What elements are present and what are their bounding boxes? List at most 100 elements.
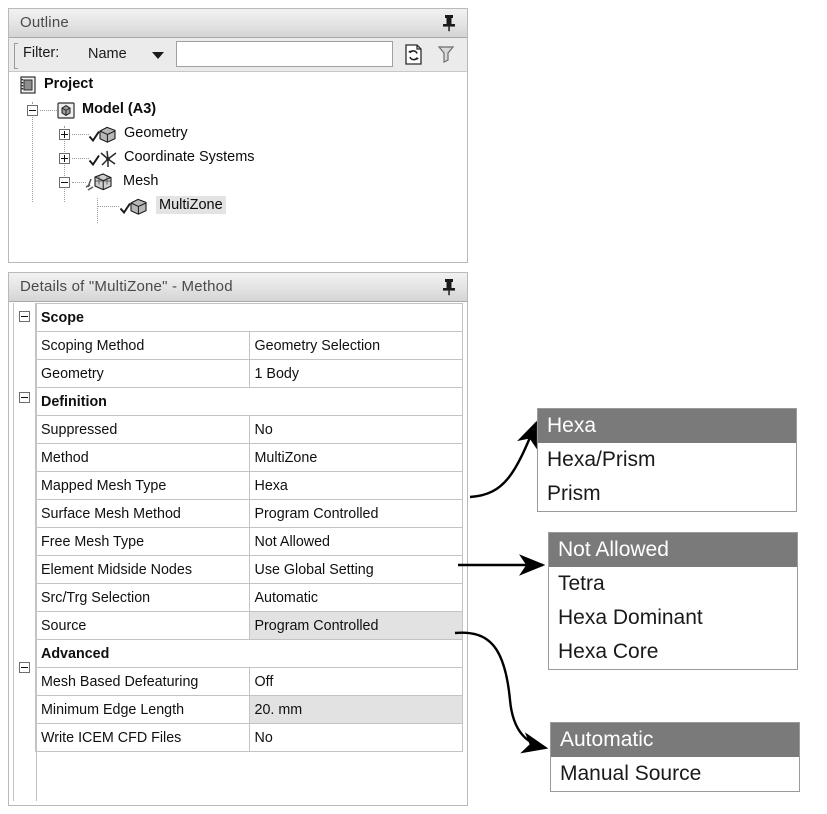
dropdown-option[interactable]: Hexa/Prism — [538, 443, 796, 477]
table-row[interactable]: Suppressed No — [35, 415, 463, 444]
details-prop-value[interactable]: Program Controlled — [248, 499, 463, 528]
details-group-label: Definition — [35, 387, 463, 416]
tree-connector-line — [72, 134, 89, 136]
table-row[interactable]: Minimum Edge Length 20. mm — [35, 695, 463, 724]
outline-filter-bar: Filter: Name — [9, 38, 467, 72]
details-prop-name: Write ICEM CFD Files — [35, 723, 250, 752]
collapse-minus-icon[interactable] — [19, 311, 30, 322]
dropdown-option[interactable]: Tetra — [549, 567, 797, 601]
table-row[interactable]: Method MultiZone — [35, 443, 463, 472]
outline-titlebar: Outline — [9, 9, 467, 38]
details-prop-value-free-mesh-type[interactable]: Not Allowed — [248, 527, 463, 556]
details-prop-value[interactable]: Geometry Selection — [248, 331, 463, 360]
details-panel: Details of "MultiZone" - Method Scope Sc… — [8, 272, 468, 806]
tree-item-label: Coordinate Systems — [124, 149, 255, 165]
table-row[interactable]: Free Mesh Type Not Allowed — [35, 527, 463, 556]
tree-item-label: Project — [44, 76, 94, 92]
dropdown-option[interactable]: Hexa Dominant — [549, 601, 797, 635]
table-row[interactable]: Src/Trg Selection Automatic — [35, 583, 463, 612]
details-prop-name: Scoping Method — [35, 331, 250, 360]
details-prop-name: Suppressed — [35, 415, 250, 444]
details-prop-name: Source — [35, 611, 250, 640]
geometry-icon — [88, 125, 116, 144]
table-row[interactable]: Write ICEM CFD Files No — [35, 723, 463, 752]
outline-panel-title: Outline — [20, 14, 69, 31]
dropdown-mapped-mesh-type[interactable]: Hexa Hexa/Prism Prism — [537, 408, 797, 512]
outline-panel: Outline Filter: Name Project Model (A3) … — [8, 8, 468, 263]
tree-connector-line — [72, 158, 89, 160]
tree-connector-line — [97, 198, 99, 223]
dropdown-option[interactable]: Prism — [538, 477, 796, 511]
toolbar-drag-handle[interactable] — [14, 43, 18, 69]
mesh-icon — [84, 173, 112, 192]
dropdown-option[interactable]: Hexa Core — [549, 635, 797, 669]
details-grid: Scope Scoping Method Geometry Selection … — [9, 303, 467, 805]
coordsys-icon — [88, 149, 117, 168]
details-prop-name: Free Mesh Type — [35, 527, 250, 556]
details-prop-value[interactable]: Program Controlled — [248, 611, 463, 640]
dropdown-option[interactable]: Hexa — [538, 409, 796, 443]
outline-tree: Project Model (A3) Geometry Coordinate S… — [9, 72, 467, 262]
collapse-minus-icon[interactable] — [19, 392, 30, 403]
expand-plus-icon[interactable] — [59, 129, 70, 140]
details-prop-name: Minimum Edge Length — [35, 695, 250, 724]
dropdown-option[interactable]: Automatic — [551, 723, 799, 757]
table-row[interactable]: Mesh Based Defeaturing Off — [35, 667, 463, 696]
filter-label: Filter: — [23, 45, 60, 61]
chevron-down-icon — [152, 52, 164, 59]
connector-src-trg-selection — [454, 631, 549, 754]
details-prop-name: Method — [35, 443, 250, 472]
filter-type-select[interactable]: Name — [82, 41, 170, 67]
details-prop-name: Geometry — [35, 359, 250, 388]
details-prop-value[interactable]: Off — [248, 667, 463, 696]
details-prop-name: Mesh Based Defeaturing — [35, 667, 250, 696]
tree-item-label: Mesh — [123, 173, 159, 189]
funnel-icon[interactable] — [437, 42, 462, 67]
tree-connector-line — [98, 206, 119, 208]
details-prop-value[interactable]: 1 Body — [248, 359, 463, 388]
details-prop-name: Element Midside Nodes — [35, 555, 250, 584]
dropdown-option[interactable]: Manual Source — [551, 757, 799, 791]
expand-plus-icon[interactable] — [59, 153, 70, 164]
table-row[interactable]: Element Midside Nodes Use Global Setting — [35, 555, 463, 584]
details-group-row[interactable]: Advanced — [35, 639, 463, 668]
tree-item-label: Geometry — [124, 125, 188, 141]
table-row[interactable]: Geometry 1 Body — [35, 359, 463, 388]
details-prop-value[interactable]: No — [248, 415, 463, 444]
details-prop-value-mapped-mesh-type[interactable]: Hexa — [248, 471, 463, 500]
connector-mapped-mesh-type — [469, 420, 538, 499]
tree-connector-line — [40, 110, 57, 112]
table-row[interactable]: Source Program Controlled — [35, 611, 463, 640]
table-row[interactable]: Surface Mesh Method Program Controlled — [35, 499, 463, 528]
details-property-table: Scope Scoping Method Geometry Selection … — [35, 303, 463, 752]
details-grid-rail — [13, 303, 37, 801]
details-prop-value[interactable]: 20. mm — [248, 695, 463, 724]
collapse-minus-icon[interactable] — [19, 662, 30, 673]
details-prop-name: Src/Trg Selection — [35, 583, 250, 612]
details-group-label: Advanced — [35, 639, 463, 668]
details-prop-name: Mapped Mesh Type — [35, 471, 250, 500]
details-panel-title: Details of "MultiZone" - Method — [20, 278, 233, 295]
multizone-icon — [119, 197, 147, 216]
filter-search-input[interactable] — [176, 41, 393, 67]
details-prop-value[interactable]: Use Global Setting — [248, 555, 463, 584]
collapse-minus-icon[interactable] — [59, 177, 70, 188]
collapse-minus-icon[interactable] — [27, 105, 38, 116]
table-row[interactable]: Scoping Method Geometry Selection — [35, 331, 463, 360]
details-prop-value-src-trg-selection[interactable]: Automatic — [248, 583, 463, 612]
dropdown-free-mesh-type[interactable]: Not Allowed Tetra Hexa Dominant Hexa Cor… — [548, 532, 798, 670]
project-icon — [19, 76, 40, 95]
details-prop-value[interactable]: No — [248, 723, 463, 752]
refresh-document-icon[interactable] — [401, 42, 426, 67]
tree-item-label: MultiZone — [156, 196, 226, 214]
dropdown-option[interactable]: Not Allowed — [549, 533, 797, 567]
details-prop-value[interactable]: MultiZone — [248, 443, 463, 472]
details-group-label: Scope — [35, 303, 463, 332]
dropdown-src-trg-selection[interactable]: Automatic Manual Source — [550, 722, 800, 792]
pin-icon[interactable] — [441, 14, 457, 32]
details-group-row[interactable]: Definition — [35, 387, 463, 416]
table-row[interactable]: Mapped Mesh Type Hexa — [35, 471, 463, 500]
pin-icon[interactable] — [441, 278, 457, 296]
details-group-row[interactable]: Scope — [35, 303, 463, 332]
details-titlebar: Details of "MultiZone" - Method — [9, 273, 467, 302]
